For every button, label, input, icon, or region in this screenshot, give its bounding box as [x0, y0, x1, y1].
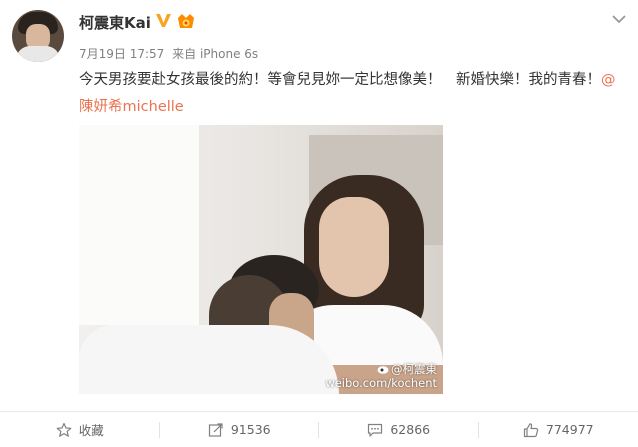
- like-count: 774977: [545, 422, 594, 437]
- photo-window: [79, 125, 199, 325]
- repost-button[interactable]: 91536: [160, 412, 319, 447]
- like-button[interactable]: 774977: [479, 412, 638, 447]
- favorite-label: 收藏: [78, 423, 104, 438]
- post-source: 来自 iPhone 6s: [172, 47, 259, 61]
- post-image[interactable]: @柯震東 weibo.com/kochent: [79, 125, 443, 394]
- weibo-logo-icon: [377, 366, 389, 374]
- photo-boy-shirt: [79, 325, 339, 394]
- watermark-handle: @柯震東: [391, 362, 437, 376]
- author-name[interactable]: 柯震東Kai: [79, 12, 151, 33]
- comment-icon: [368, 423, 383, 437]
- repost-count: 91536: [230, 422, 271, 437]
- comment-count: 62866: [390, 422, 431, 437]
- thumbs-up-icon: [523, 422, 539, 437]
- weibo-post-card: 柯震東Kai 7月19日 17:57 来自 iPhone 6s 今天男孩要赴女孩…: [0, 0, 638, 447]
- vip-badge-icon[interactable]: [176, 12, 196, 30]
- photo-girl-face: [319, 197, 389, 297]
- favorite-button[interactable]: 收藏: [0, 412, 160, 447]
- post-text: 今天男孩要赴女孩最後的約！等會兒見妳一定比想像美！ 新婚快樂！我的青春！@陳妍希…: [79, 67, 624, 121]
- post-text-body: 今天男孩要赴女孩最後的約！等會兒見妳一定比想像美！ 新婚快樂！我的青春！: [79, 72, 601, 88]
- post-timestamp[interactable]: 7月19日 17:57: [79, 47, 164, 61]
- star-icon: [56, 422, 72, 437]
- verified-v-icon: [156, 14, 171, 27]
- image-watermark: @柯震東 weibo.com/kochent: [325, 362, 437, 390]
- comment-button[interactable]: 62866: [319, 412, 479, 447]
- chevron-down-icon[interactable]: [612, 14, 626, 24]
- avatar-shirt: [16, 46, 60, 62]
- repost-icon: [208, 422, 223, 437]
- avatar[interactable]: [12, 10, 64, 62]
- watermark-url: weibo.com/kochent: [325, 376, 437, 390]
- post-meta: 7月19日 17:57 来自 iPhone 6s: [79, 45, 258, 62]
